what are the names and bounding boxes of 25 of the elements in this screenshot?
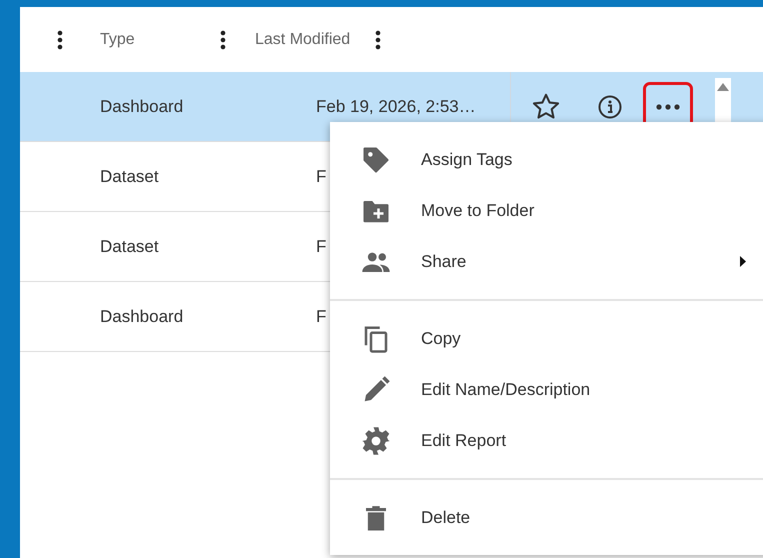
menu-item[interactable]: Share bbox=[330, 236, 763, 287]
menu-item[interactable]: Delete bbox=[330, 492, 763, 543]
menu-item[interactable]: Edit Report bbox=[330, 415, 763, 466]
table-cell: F bbox=[316, 166, 326, 186]
info-icon[interactable] bbox=[598, 94, 622, 118]
table-cell: Dataset bbox=[100, 236, 159, 256]
menu-item[interactable]: Edit Name/Description bbox=[330, 364, 763, 415]
table-cell: Dashboard bbox=[100, 96, 184, 116]
column-menu-icon[interactable] bbox=[57, 30, 63, 50]
star-icon[interactable] bbox=[532, 93, 560, 120]
column-menu-icon[interactable] bbox=[375, 30, 381, 50]
table-cell: Dashboard bbox=[100, 306, 184, 326]
column-header[interactable]: Last Modified bbox=[255, 28, 375, 52]
column-menu-icon[interactable] bbox=[220, 30, 226, 50]
gear-icon bbox=[360, 426, 390, 456]
table-cell: Feb 19, 2026, 2:53… bbox=[316, 96, 476, 116]
tag-icon bbox=[360, 144, 390, 174]
scroll-up-icon[interactable] bbox=[717, 83, 729, 91]
table-cell: F bbox=[316, 306, 326, 326]
table-cell: Dataset bbox=[100, 166, 159, 186]
menu-item[interactable]: Move to Folder bbox=[330, 185, 763, 236]
table-cell: F bbox=[316, 236, 326, 256]
column-header[interactable]: Type bbox=[100, 28, 220, 52]
menu-item[interactable]: Copy bbox=[330, 313, 763, 364]
more-icon bbox=[656, 104, 680, 110]
